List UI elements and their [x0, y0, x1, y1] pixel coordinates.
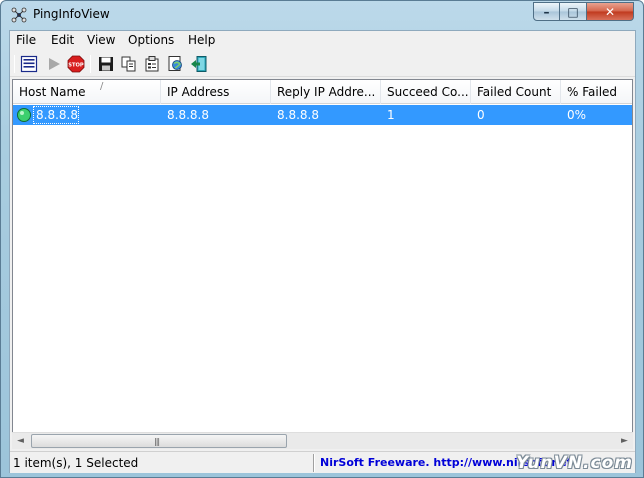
list-header: Host Name / IP Address Reply IP Addre...…	[13, 80, 632, 104]
column-header-ip-address[interactable]: IP Address	[161, 80, 271, 104]
window-title: PingInfoView	[33, 7, 110, 21]
status-divider	[313, 454, 315, 472]
start-icon	[49, 58, 60, 70]
horizontal-scrollbar[interactable]: ◄ ||| ►	[12, 432, 633, 449]
menu-bar: File Edit View Options Help	[10, 31, 635, 50]
cell-percent-failed: 0%	[567, 108, 587, 122]
scroll-left-arrow-icon[interactable]: ◄	[12, 433, 29, 450]
save-button[interactable]	[97, 55, 115, 73]
app-icon[interactable]	[11, 7, 27, 23]
column-header-label: % Failed	[567, 85, 618, 99]
start-button[interactable]	[45, 55, 63, 73]
svg-text:STOP: STOP	[68, 63, 84, 69]
sort-arrow-icon: /	[100, 81, 104, 92]
cell-reply-ip: 8.8.8.8	[277, 108, 319, 122]
save-icon	[99, 57, 113, 71]
table-row[interactable]: 8.8.8.8 8.8.8.8 8.8.8.8 1 0 0%	[13, 105, 632, 125]
menu-view[interactable]: View	[87, 33, 115, 47]
column-header-percent-failed[interactable]: % Failed	[561, 80, 632, 104]
menu-edit[interactable]: Edit	[51, 33, 74, 47]
stop-button[interactable]: STOP	[67, 55, 85, 73]
results-list[interactable]: Host Name / IP Address Reply IP Addre...…	[12, 79, 633, 449]
menu-file[interactable]: File	[16, 33, 36, 47]
column-header-label: Succeed Co...	[387, 85, 469, 99]
copy-button[interactable]	[120, 55, 138, 73]
client-area: File Edit View Options Help STOP Host Na…	[9, 30, 636, 473]
scroll-right-arrow-icon[interactable]: ►	[616, 433, 633, 450]
scrollbar-thumb[interactable]: |||	[31, 434, 287, 448]
toolbar-separator	[14, 55, 15, 73]
properties-icon	[145, 56, 159, 72]
options-icon	[20, 55, 38, 73]
column-header-label: Failed Count	[477, 85, 552, 99]
exit-icon	[191, 56, 207, 72]
maximize-button[interactable]: □	[560, 2, 587, 21]
properties-button[interactable]	[143, 55, 161, 73]
close-button[interactable]: ✕	[587, 2, 634, 21]
cell-host-name: 8.8.8.8	[36, 108, 78, 122]
menu-help[interactable]: Help	[188, 33, 215, 47]
close-icon: ✕	[604, 5, 616, 19]
status-item-count: 1 item(s), 1 Selected	[13, 456, 139, 470]
stop-icon: STOP	[67, 55, 85, 73]
application-window: PingInfoView – □ ✕ File Edit View Option…	[0, 0, 644, 478]
column-header-label: Host Name	[19, 85, 86, 99]
minimize-button[interactable]: –	[533, 2, 560, 21]
html-report-icon	[168, 56, 182, 71]
column-header-reply-ip[interactable]: Reply IP Addre...	[271, 80, 381, 104]
column-header-succeed-count[interactable]: Succeed Co...	[381, 80, 471, 104]
title-bar[interactable]: PingInfoView – □ ✕	[1, 1, 643, 29]
options-button[interactable]	[20, 55, 38, 73]
cell-failed-count: 0	[477, 108, 485, 122]
watermark-text: YunVN.com	[516, 453, 633, 473]
exit-button[interactable]	[190, 55, 208, 73]
copy-icon	[121, 56, 136, 72]
cell-ip-address: 8.8.8.8	[167, 108, 209, 122]
minimize-icon: –	[543, 5, 550, 19]
cell-succeed-count: 1	[387, 108, 395, 122]
column-header-failed-count[interactable]: Failed Count	[471, 80, 561, 104]
column-header-label: Reply IP Addre...	[277, 85, 376, 99]
html-report-button[interactable]	[167, 55, 185, 73]
toolbar-separator	[90, 55, 91, 73]
scrollbar-grip-icon: |||	[154, 437, 160, 446]
toolbar: STOP	[10, 51, 635, 77]
host-status-icon	[17, 108, 31, 122]
column-header-label: IP Address	[167, 85, 230, 99]
column-header-host-name[interactable]: Host Name	[13, 80, 161, 104]
menu-options[interactable]: Options	[128, 33, 174, 47]
maximize-icon: □	[567, 5, 579, 19]
